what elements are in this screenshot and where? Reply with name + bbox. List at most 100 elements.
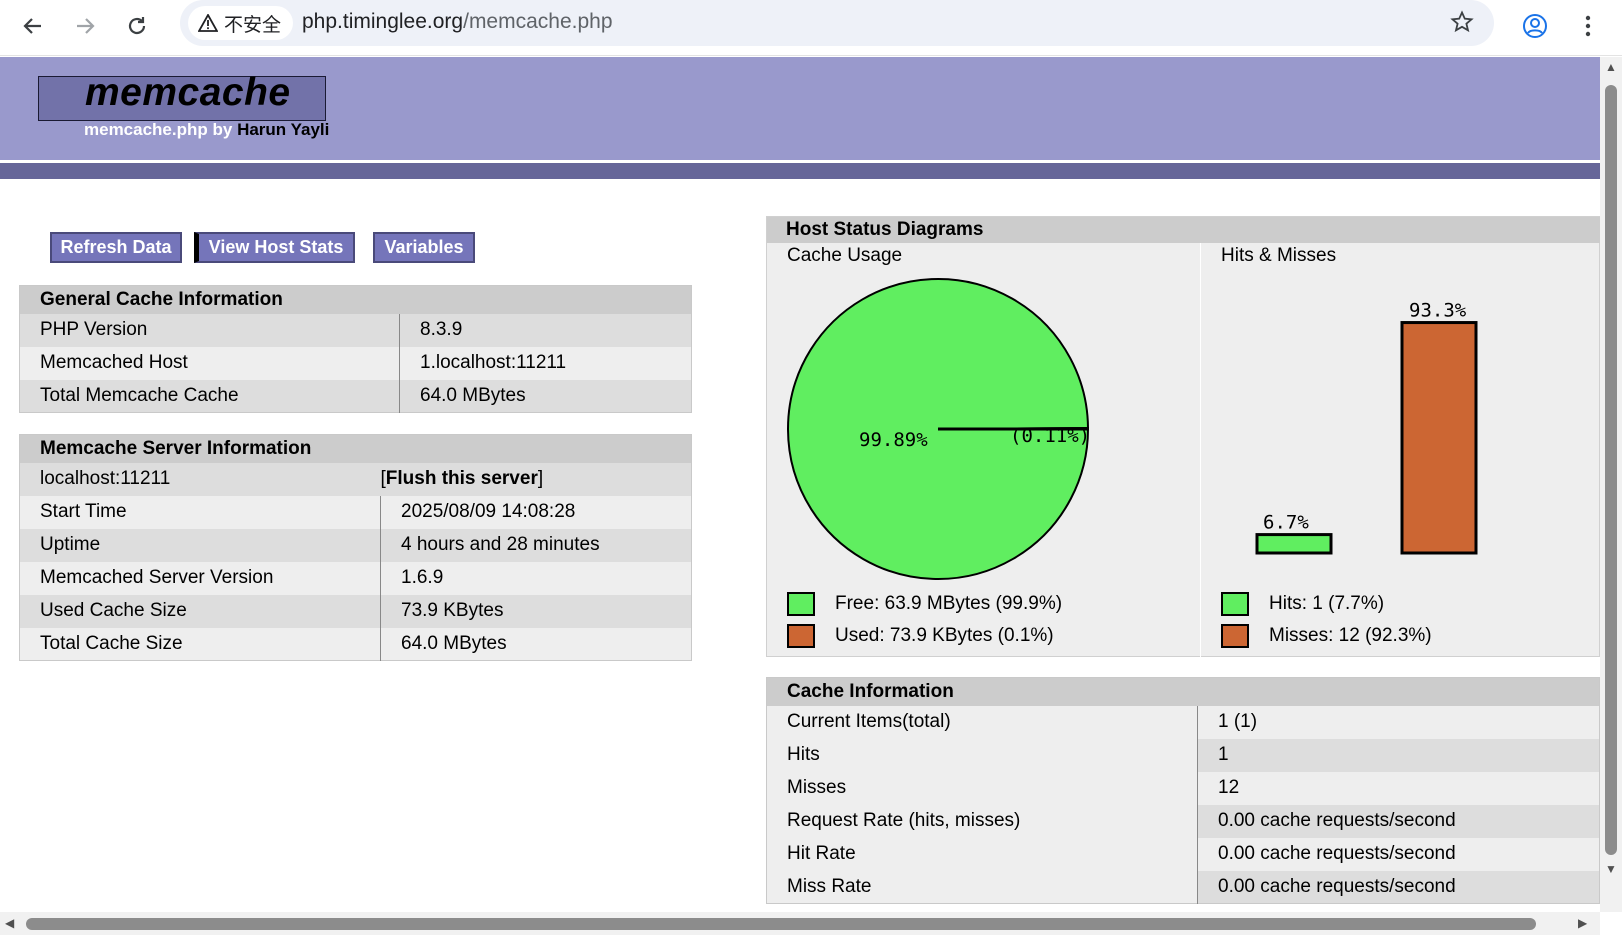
row-label: Hit Rate xyxy=(766,837,1198,871)
logo: memcache xyxy=(85,71,291,114)
row-value: 0.00 cache requests/second xyxy=(1197,804,1600,838)
vertical-scrollbar[interactable]: ▲ ▼ xyxy=(1600,57,1622,912)
reload-button[interactable] xyxy=(119,8,155,44)
cache-usage-subtitle: Cache Usage xyxy=(787,245,903,266)
cache-info-title: Cache Information xyxy=(766,677,1600,706)
table-row: Total Cache Size 64.0 MBytes xyxy=(19,627,692,661)
security-chip[interactable]: 不安全 xyxy=(188,6,294,40)
legend-hits-text: Hits: 1 (7.7%) xyxy=(1269,593,1385,614)
cache-usage-pie-chart: 99.89% (0.11%) xyxy=(787,278,1090,581)
table-row: Used Cache Size 73.9 KBytes xyxy=(19,594,692,628)
legend-swatch-orange xyxy=(787,624,815,648)
horizontal-scrollbar[interactable]: ◀ ▶ xyxy=(0,912,1600,935)
menu-button[interactable] xyxy=(1570,8,1606,44)
browser-toolbar: 不安全 php.timinglee.org/memcache.php xyxy=(0,0,1622,56)
table-row: Uptime 4 hours and 28 minutes xyxy=(19,528,692,562)
url-text[interactable]: php.timinglee.org/memcache.php xyxy=(302,10,613,34)
legend-free: Free: 63.9 MBytes (99.9%) xyxy=(787,592,1062,616)
row-value: 2025/08/09 14:08:28 xyxy=(401,501,576,522)
scroll-up-arrow-icon[interactable]: ▲ xyxy=(1605,60,1617,74)
row-label: Misses xyxy=(766,771,1198,805)
table-row: Misses 12 xyxy=(766,771,1600,805)
url-host: php.timinglee.org xyxy=(302,10,464,33)
table-row: Hits 1 xyxy=(766,738,1600,772)
row-label: Total Cache Size xyxy=(19,627,381,661)
table-row: Start Time 2025/08/09 14:08:28 xyxy=(19,495,692,529)
row-value: 0.00 cache requests/second xyxy=(1197,870,1600,904)
reload-icon xyxy=(128,17,146,35)
page-header: memcache memcache.php by Harun Yayli xyxy=(0,57,1600,160)
warning-icon xyxy=(198,14,218,32)
row-value: 64.0 MBytes xyxy=(399,379,692,413)
row-value: 12 xyxy=(1218,777,1240,798)
back-arrow-icon xyxy=(23,18,41,34)
row-label: Total Memcache Cache xyxy=(19,379,400,413)
row-value: 73.9 KBytes xyxy=(380,594,692,628)
header-divider xyxy=(0,163,1600,179)
byline-text: memcache.php by xyxy=(84,120,233,139)
profile-button[interactable] xyxy=(1517,8,1553,44)
back-button[interactable] xyxy=(15,8,51,44)
legend-used-text: Used: 73.9 KBytes (0.1%) xyxy=(835,625,1054,646)
table-row: Request Rate (hits, misses) 0.00 cache r… xyxy=(766,804,1600,838)
row-label: Hits xyxy=(766,738,1198,772)
variables-button[interactable]: Variables xyxy=(373,232,475,263)
table-row: Hit Rate 0.00 cache requests/second xyxy=(766,837,1600,871)
cache-info-table: Cache Information Current Items(total) 1… xyxy=(766,677,1600,904)
table-row: Memcached Server Version 1.6.9 xyxy=(19,561,692,595)
legend-free-text: Free: 63.9 MBytes (99.9%) xyxy=(835,593,1063,614)
row-label: Memcached Server Version xyxy=(19,561,381,595)
page-viewport: memcache memcache.php by Harun Yayli Ref… xyxy=(0,57,1600,912)
server-host: localhost:11211 xyxy=(19,462,381,496)
legend-misses: Misses: 12 (92.3%) xyxy=(1221,624,1432,648)
diagrams-title: Host Status Diagrams xyxy=(767,217,1600,243)
hits-misses-bar-chart: 6.7% 93.3% xyxy=(1255,300,1478,555)
general-cache-title: General Cache Information xyxy=(19,285,692,314)
row-value: 0.00 cache requests/second xyxy=(1218,843,1456,864)
table-row: Miss Rate 0.00 cache requests/second xyxy=(766,870,1600,904)
scroll-down-arrow-icon[interactable]: ▼ xyxy=(1605,862,1617,876)
row-label: Current Items(total) xyxy=(766,705,1198,739)
forward-arrow-icon xyxy=(77,18,95,34)
horizontal-scroll-thumb[interactable] xyxy=(26,918,1536,930)
row-label: PHP Version xyxy=(19,313,400,347)
table-row: Total Memcache Cache 64.0 MBytes xyxy=(19,379,692,413)
general-cache-table: General Cache Information PHP Version 8.… xyxy=(19,285,692,413)
flush-server-link[interactable]: Flush this server xyxy=(386,468,538,489)
hits-misses-subtitle: Hits & Misses xyxy=(1221,245,1337,266)
row-value: 1 xyxy=(1197,738,1600,772)
author-name: Harun Yayli xyxy=(237,120,330,139)
scroll-right-arrow-icon[interactable]: ▶ xyxy=(1578,916,1587,930)
security-label: 不安全 xyxy=(224,14,282,36)
profile-icon xyxy=(1523,14,1547,38)
kebab-menu-icon xyxy=(1585,15,1591,37)
table-row: Current Items(total) 1 (1) xyxy=(766,705,1600,739)
row-value: 1.localhost:11211 xyxy=(420,352,567,373)
table-row: localhost:11211 [Flush this server] xyxy=(19,462,692,496)
row-label: Used Cache Size xyxy=(19,594,381,628)
row-value: 1 (1) xyxy=(1218,711,1258,732)
scroll-left-arrow-icon[interactable]: ◀ xyxy=(5,916,14,930)
legend-swatch-green xyxy=(787,592,815,616)
forward-button[interactable] xyxy=(67,8,103,44)
legend-used: Used: 73.9 KBytes (0.1%) xyxy=(787,624,1054,648)
table-row: Memcached Host 1.localhost:11211 xyxy=(19,346,692,380)
byline: memcache.php by Harun Yayli xyxy=(84,120,329,140)
vertical-scroll-thumb[interactable] xyxy=(1605,85,1617,855)
bar-misses xyxy=(1400,321,1478,555)
row-label: Memcached Host xyxy=(19,346,400,380)
server-info-table: Memcache Server Information localhost:11… xyxy=(19,434,692,661)
bar-label-hits: 6.7% xyxy=(1263,512,1309,534)
view-host-stats-button[interactable]: View Host Stats xyxy=(194,232,355,263)
row-label: Uptime xyxy=(19,528,381,562)
star-icon xyxy=(1450,10,1474,33)
pie-label-used: (0.11%) xyxy=(1010,425,1090,447)
row-label: Start Time xyxy=(19,495,381,529)
legend-misses-text: Misses: 12 (92.3%) xyxy=(1269,625,1432,646)
bookmark-button[interactable] xyxy=(1450,10,1474,39)
refresh-data-button[interactable]: Refresh Data xyxy=(50,232,182,263)
row-label: Miss Rate xyxy=(766,870,1198,904)
address-bar[interactable]: 不安全 php.timinglee.org/memcache.php xyxy=(180,0,1494,46)
diagram-separator xyxy=(1200,243,1201,658)
url-path: /memcache.php xyxy=(463,10,613,33)
